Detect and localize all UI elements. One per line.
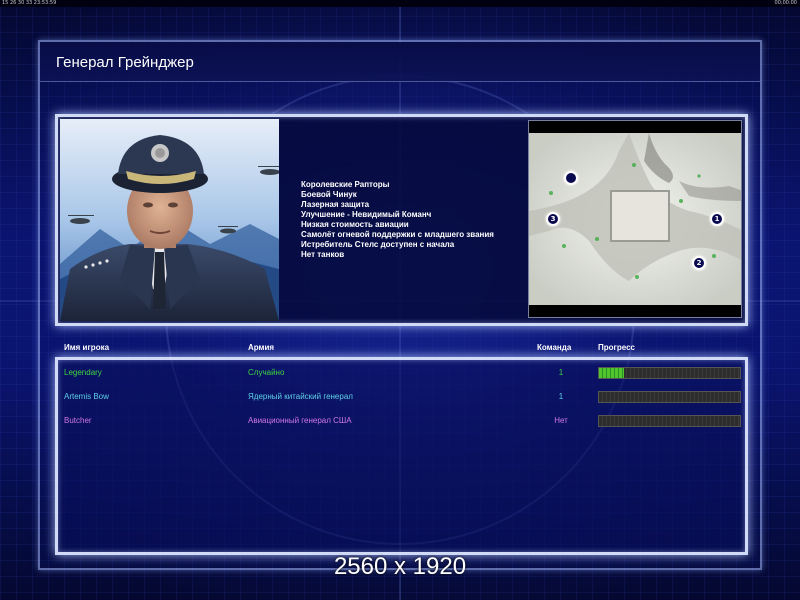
loading-progress-bar (598, 367, 741, 379)
players-panel (55, 357, 748, 555)
minimap[interactable]: 1 2 3 (528, 120, 742, 318)
column-header-army: Армия (248, 343, 275, 352)
start-position-marker[interactable]: 1 (710, 212, 724, 226)
status-clock: 00:00:00 (774, 0, 797, 6)
player-army-select[interactable]: Случайно (248, 365, 284, 381)
player-team-select[interactable]: Нет (540, 413, 582, 429)
start-position-marker[interactable] (564, 171, 578, 185)
start-position-marker[interactable]: 2 (692, 256, 706, 270)
player-team-select[interactable]: 1 (540, 365, 582, 381)
player-name: Butcher (64, 416, 92, 425)
loading-progress-bar (598, 415, 741, 427)
column-header-progress: Прогресс (598, 343, 635, 352)
perk-item: Истребитель Стелс доступен с начала (301, 240, 455, 249)
start-position-marker[interactable]: 3 (546, 212, 560, 226)
player-row[interactable]: Legendary Случайно 1 (0, 365, 800, 381)
player-army-select[interactable]: Ядерный китайский генерал (248, 389, 353, 405)
column-header-player: Имя игрока (64, 343, 110, 352)
perk-item: Самолёт огневой поддержки с младшего зва… (301, 230, 494, 239)
player-name: Artemis Bow (64, 392, 109, 401)
loading-progress-bar (598, 391, 741, 403)
perk-item: Низкая стоимость авиации (301, 220, 409, 229)
player-row[interactable]: Artemis Bow Ядерный китайский генерал 1 (0, 389, 800, 405)
resolution-caption: 2560 x 1920 (333, 553, 467, 580)
player-team-select[interactable]: 1 (540, 389, 582, 405)
perk-item: Королевские Рапторы (301, 180, 390, 189)
status-left-text: 15 26 30 33 23:53:59 (2, 0, 57, 6)
general-perks-list: Королевские Рапторы Боевой Чинук Лазерная … (301, 180, 526, 260)
player-name: Legendary (64, 368, 102, 377)
player-army-select[interactable]: Авиационный генерал США (248, 413, 352, 429)
perk-item: Боевой Чинук (301, 190, 357, 199)
column-header-team: Команда (537, 343, 572, 352)
general-portrait (60, 119, 279, 321)
status-bar: 15 26 30 33 23:53:59 00:00:00 (0, 0, 800, 7)
general-portrait-image (60, 119, 279, 321)
perk-item: Лазерная защита (301, 200, 370, 209)
game-screen: 15 26 30 33 23:53:59 00:00:00 Генерал Гр… (0, 0, 800, 600)
player-row[interactable]: Butcher Авиационный генерал США Нет (0, 413, 800, 429)
loading-progress-fill (599, 368, 625, 378)
page-title: Генерал Грейнджер (56, 54, 194, 71)
perk-item: Улучшение - Невидимый Команч (301, 210, 432, 219)
perk-item: Нет танков (301, 250, 345, 259)
